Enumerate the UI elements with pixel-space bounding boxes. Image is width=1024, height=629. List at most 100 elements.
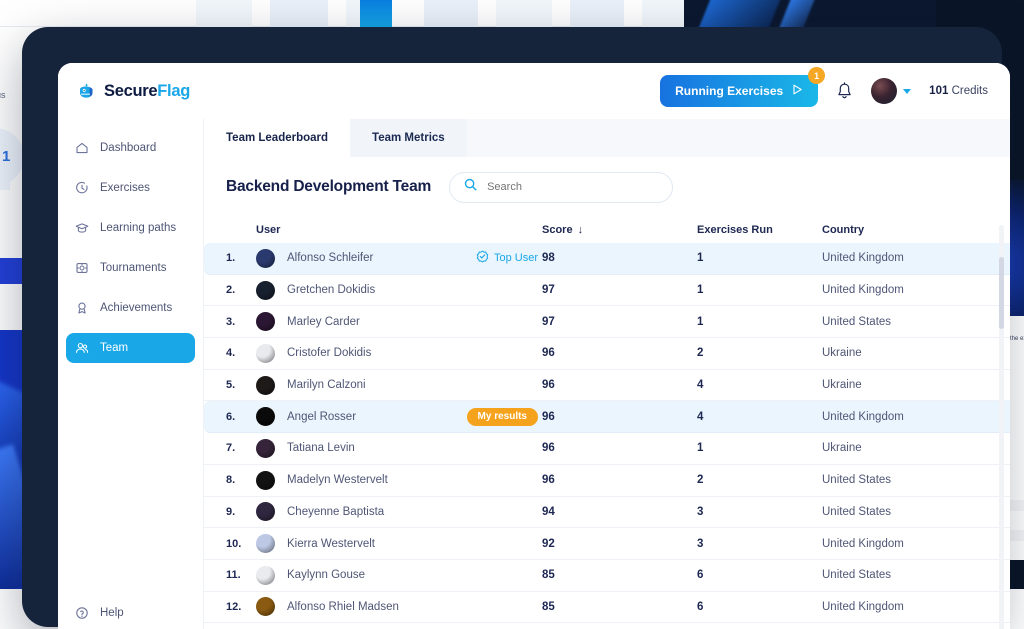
row-exercises-run: 3 xyxy=(697,506,822,518)
column-header-user: User xyxy=(256,224,542,236)
device-frame: SecureFlag Running Exercises 1 xyxy=(22,27,1002,627)
row-score: 96 xyxy=(542,442,697,454)
row-user: Tatiana Levin xyxy=(256,439,542,458)
row-user: Marilyn Calzoni xyxy=(256,376,542,395)
trophy-grid-icon xyxy=(75,261,89,275)
brand-name: SecureFlag xyxy=(104,82,190,101)
row-rank: 8. xyxy=(226,474,256,486)
graduation-icon xyxy=(75,221,89,235)
column-header-score[interactable]: Score ↓ xyxy=(542,224,697,236)
avatar xyxy=(256,439,275,458)
scrollbar-thumb[interactable] xyxy=(999,257,1004,329)
row-user-name: Kierra Westervelt xyxy=(287,538,375,550)
main-content: Team Leaderboard Team Metrics Backend De… xyxy=(204,119,1010,629)
row-country: United Kingdom xyxy=(822,284,1010,296)
row-score: 96 xyxy=(542,379,697,391)
sidebar-item-learning-paths[interactable]: Learning paths xyxy=(66,213,195,243)
vertical-scrollbar[interactable] xyxy=(999,225,1004,629)
row-rank: 7. xyxy=(226,442,256,454)
row-user-name: Marley Carder xyxy=(287,316,360,328)
sidebar-item-achievements[interactable]: Achievements xyxy=(66,293,195,323)
row-exercises-run: 4 xyxy=(697,379,822,391)
row-user-name: Alfonso Schleifer xyxy=(287,252,373,264)
row-rank: 5. xyxy=(226,379,256,391)
table-row[interactable]: 9.Cheyenne Baptista943United States xyxy=(204,497,1010,529)
top-user-label: Top User xyxy=(494,252,538,264)
row-user-name: Alfonso Rhiel Madsen xyxy=(287,601,399,613)
table-row[interactable]: 4.Cristofer Dokidis962Ukraine xyxy=(204,338,1010,370)
tab-bar: Team Leaderboard Team Metrics xyxy=(204,119,1010,157)
table-row[interactable]: 1.Alfonso SchleiferTop User981United Kin… xyxy=(204,243,1010,275)
row-score: 98 xyxy=(542,252,697,264)
row-user: Alfonso Rhiel Madsen xyxy=(256,597,542,616)
row-exercises-run: 2 xyxy=(697,347,822,359)
team-icon xyxy=(75,341,89,355)
table-row[interactable]: 2.Gretchen Dokidis971United Kingdom xyxy=(204,275,1010,307)
table-row[interactable]: 10.Kierra Westervelt923United Kingdom xyxy=(204,528,1010,560)
row-rank: 9. xyxy=(226,506,256,518)
table-row[interactable]: 8.Madelyn Westervelt962United States xyxy=(204,465,1010,497)
row-exercises-run: 4 xyxy=(697,411,822,423)
home-icon xyxy=(75,141,89,155)
user-menu[interactable] xyxy=(871,78,911,104)
row-rank: 1. xyxy=(226,252,256,264)
bell-icon[interactable] xyxy=(836,82,853,101)
row-score: 96 xyxy=(542,474,697,486)
running-exercises-badge: 1 xyxy=(808,67,825,84)
sidebar-item-help[interactable]: Help xyxy=(66,606,124,620)
table-row[interactable]: 11.Kaylynn Gouse856United States xyxy=(204,560,1010,592)
sidebar-item-team[interactable]: Team xyxy=(66,333,195,363)
row-rank: 6. xyxy=(226,411,256,423)
avatar xyxy=(256,376,275,395)
column-header-score-label: Score xyxy=(542,224,573,236)
row-country: United Kingdom xyxy=(822,538,1010,550)
row-score: 85 xyxy=(542,601,697,613)
row-user-name: Tatiana Levin xyxy=(287,442,355,454)
row-rank: 11. xyxy=(226,569,256,581)
table-row[interactable]: 5.Marilyn Calzoni964Ukraine xyxy=(204,370,1010,402)
row-score: 85 xyxy=(542,569,697,581)
tab-team-metrics[interactable]: Team Metrics xyxy=(350,119,467,157)
sidebar-item-label: Achievements xyxy=(100,302,172,314)
running-exercises-button[interactable]: Running Exercises 1 xyxy=(660,75,818,107)
page-title: Backend Development Team xyxy=(226,178,431,196)
row-rank: 3. xyxy=(226,316,256,328)
sidebar-item-exercises[interactable]: Exercises xyxy=(66,173,195,203)
verified-badge-icon xyxy=(476,250,489,266)
tab-team-leaderboard[interactable]: Team Leaderboard xyxy=(204,119,350,157)
search-input[interactable] xyxy=(487,181,658,193)
row-country: United States xyxy=(822,316,1010,328)
avatar xyxy=(256,502,275,521)
content-header: Backend Development Team xyxy=(204,157,1010,217)
table-row[interactable]: 12.Alfonso Rhiel Madsen856United Kingdom xyxy=(204,592,1010,624)
question-circle-icon xyxy=(75,606,89,620)
table-row[interactable]: 7.Tatiana Levin961Ukraine xyxy=(204,433,1010,465)
row-user: Gretchen Dokidis xyxy=(256,281,542,300)
row-rank: 12. xyxy=(226,601,256,613)
row-user: Kierra Westervelt xyxy=(256,534,542,553)
medal-icon xyxy=(75,301,89,315)
table-row[interactable]: 6.Angel RosserMy results964United Kingdo… xyxy=(204,401,1010,433)
row-exercises-run: 2 xyxy=(697,474,822,486)
row-country: United States xyxy=(822,569,1010,581)
row-score: 94 xyxy=(542,506,697,518)
row-user: Angel RosserMy results xyxy=(256,407,542,426)
chevron-down-icon xyxy=(903,89,911,94)
header-actions: Running Exercises 1 xyxy=(660,75,988,107)
avatar xyxy=(256,281,275,300)
brand-logo[interactable]: SecureFlag xyxy=(77,82,190,101)
row-score: 96 xyxy=(542,347,697,359)
row-exercises-run: 1 xyxy=(697,316,822,328)
sidebar-item-tournaments[interactable]: Tournaments xyxy=(66,253,195,283)
sidebar-item-dashboard[interactable]: Dashboard xyxy=(66,133,195,163)
column-header-country: Country xyxy=(822,224,1010,236)
row-user: Kaylynn Gouse xyxy=(256,566,542,585)
sort-descending-icon: ↓ xyxy=(578,224,584,236)
sidebar-item-label: Exercises xyxy=(100,182,150,194)
row-rank: 4. xyxy=(226,347,256,359)
column-header-exercises-run: Exercises Run xyxy=(697,224,822,236)
row-country: United Kingdom xyxy=(822,252,1010,264)
search-box[interactable] xyxy=(449,172,673,203)
table-row[interactable]: 3.Marley Carder971United States xyxy=(204,306,1010,338)
avatar xyxy=(256,471,275,490)
